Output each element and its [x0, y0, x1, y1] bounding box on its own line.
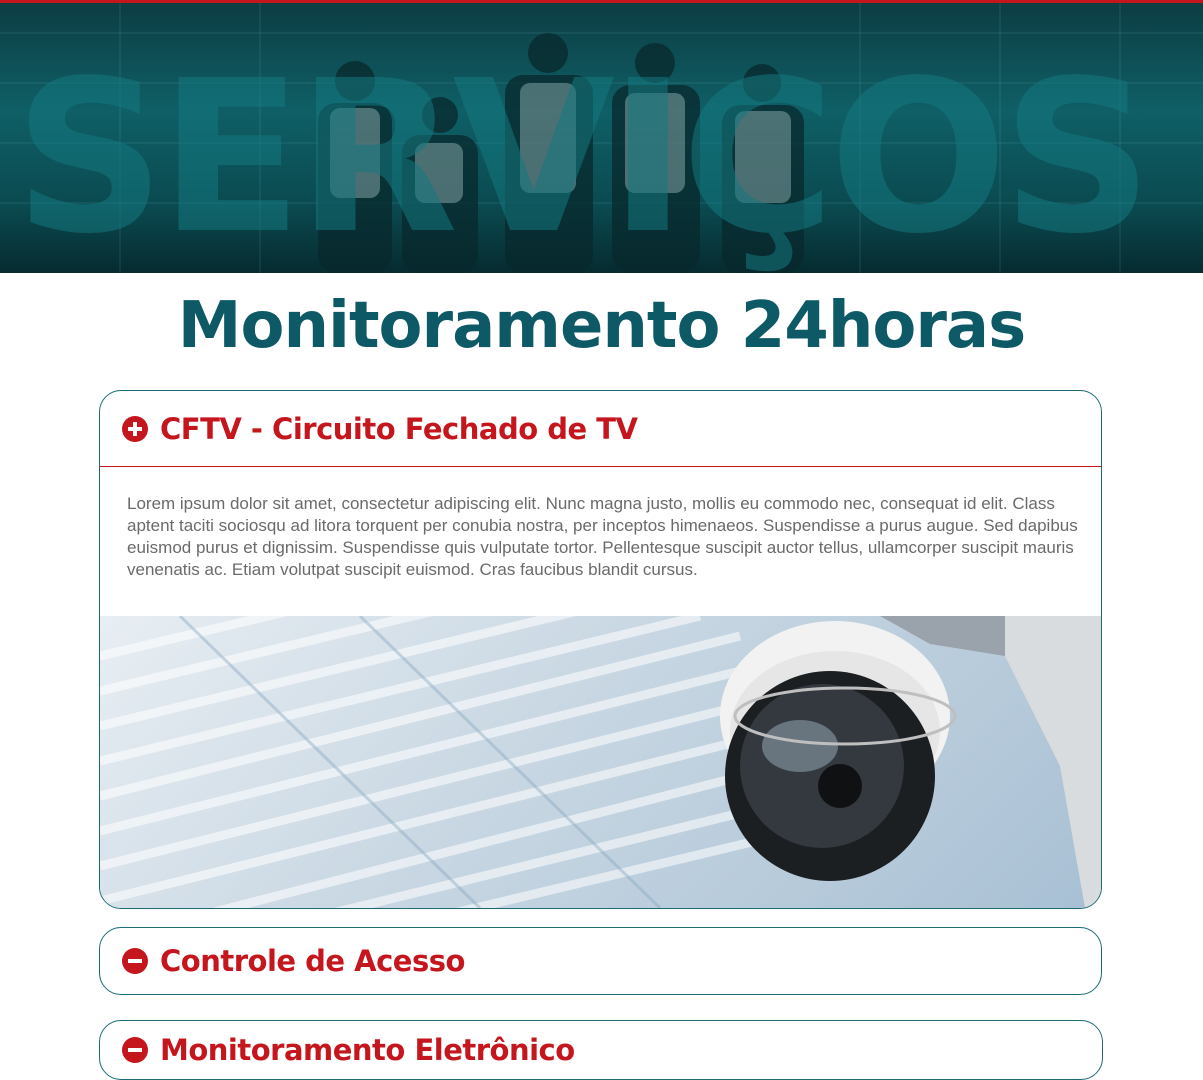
services-banner: Serviços [0, 3, 1203, 273]
page-title: Monitoramento 24horas [177, 289, 1026, 363]
accordion-item-controle-de-acesso: Controle de Acesso [99, 927, 1102, 995]
minus-circle-icon [122, 948, 148, 974]
accordion-title-cftv: CFTV - Circuito Fechado de TV [160, 411, 638, 446]
accordion-item-monitoramento-eletronico: Monitoramento Eletrônico [99, 1020, 1103, 1080]
plus-circle-icon [122, 415, 148, 442]
banner-word: Serviços [14, 43, 1153, 273]
minus-circle-icon [122, 1037, 148, 1063]
accordion-header-controle-de-acesso[interactable]: Controle de Acesso [100, 928, 1101, 994]
accordion-header-cftv[interactable]: CFTV - Circuito Fechado de TV [100, 391, 1101, 467]
accordion-item-cftv: CFTV - Circuito Fechado de TV Lorem ipsu… [99, 390, 1102, 909]
accordion-title-monitoramento-eletronico: Monitoramento Eletrônico [160, 1033, 575, 1067]
security-camera-image [100, 616, 1101, 908]
accordion-header-monitoramento-eletronico[interactable]: Monitoramento Eletrônico [100, 1021, 1102, 1079]
accordion-title-controle-de-acesso: Controle de Acesso [160, 944, 465, 978]
accordion-body-cftv: Lorem ipsum dolor sit amet, consectetur … [127, 494, 1078, 579]
